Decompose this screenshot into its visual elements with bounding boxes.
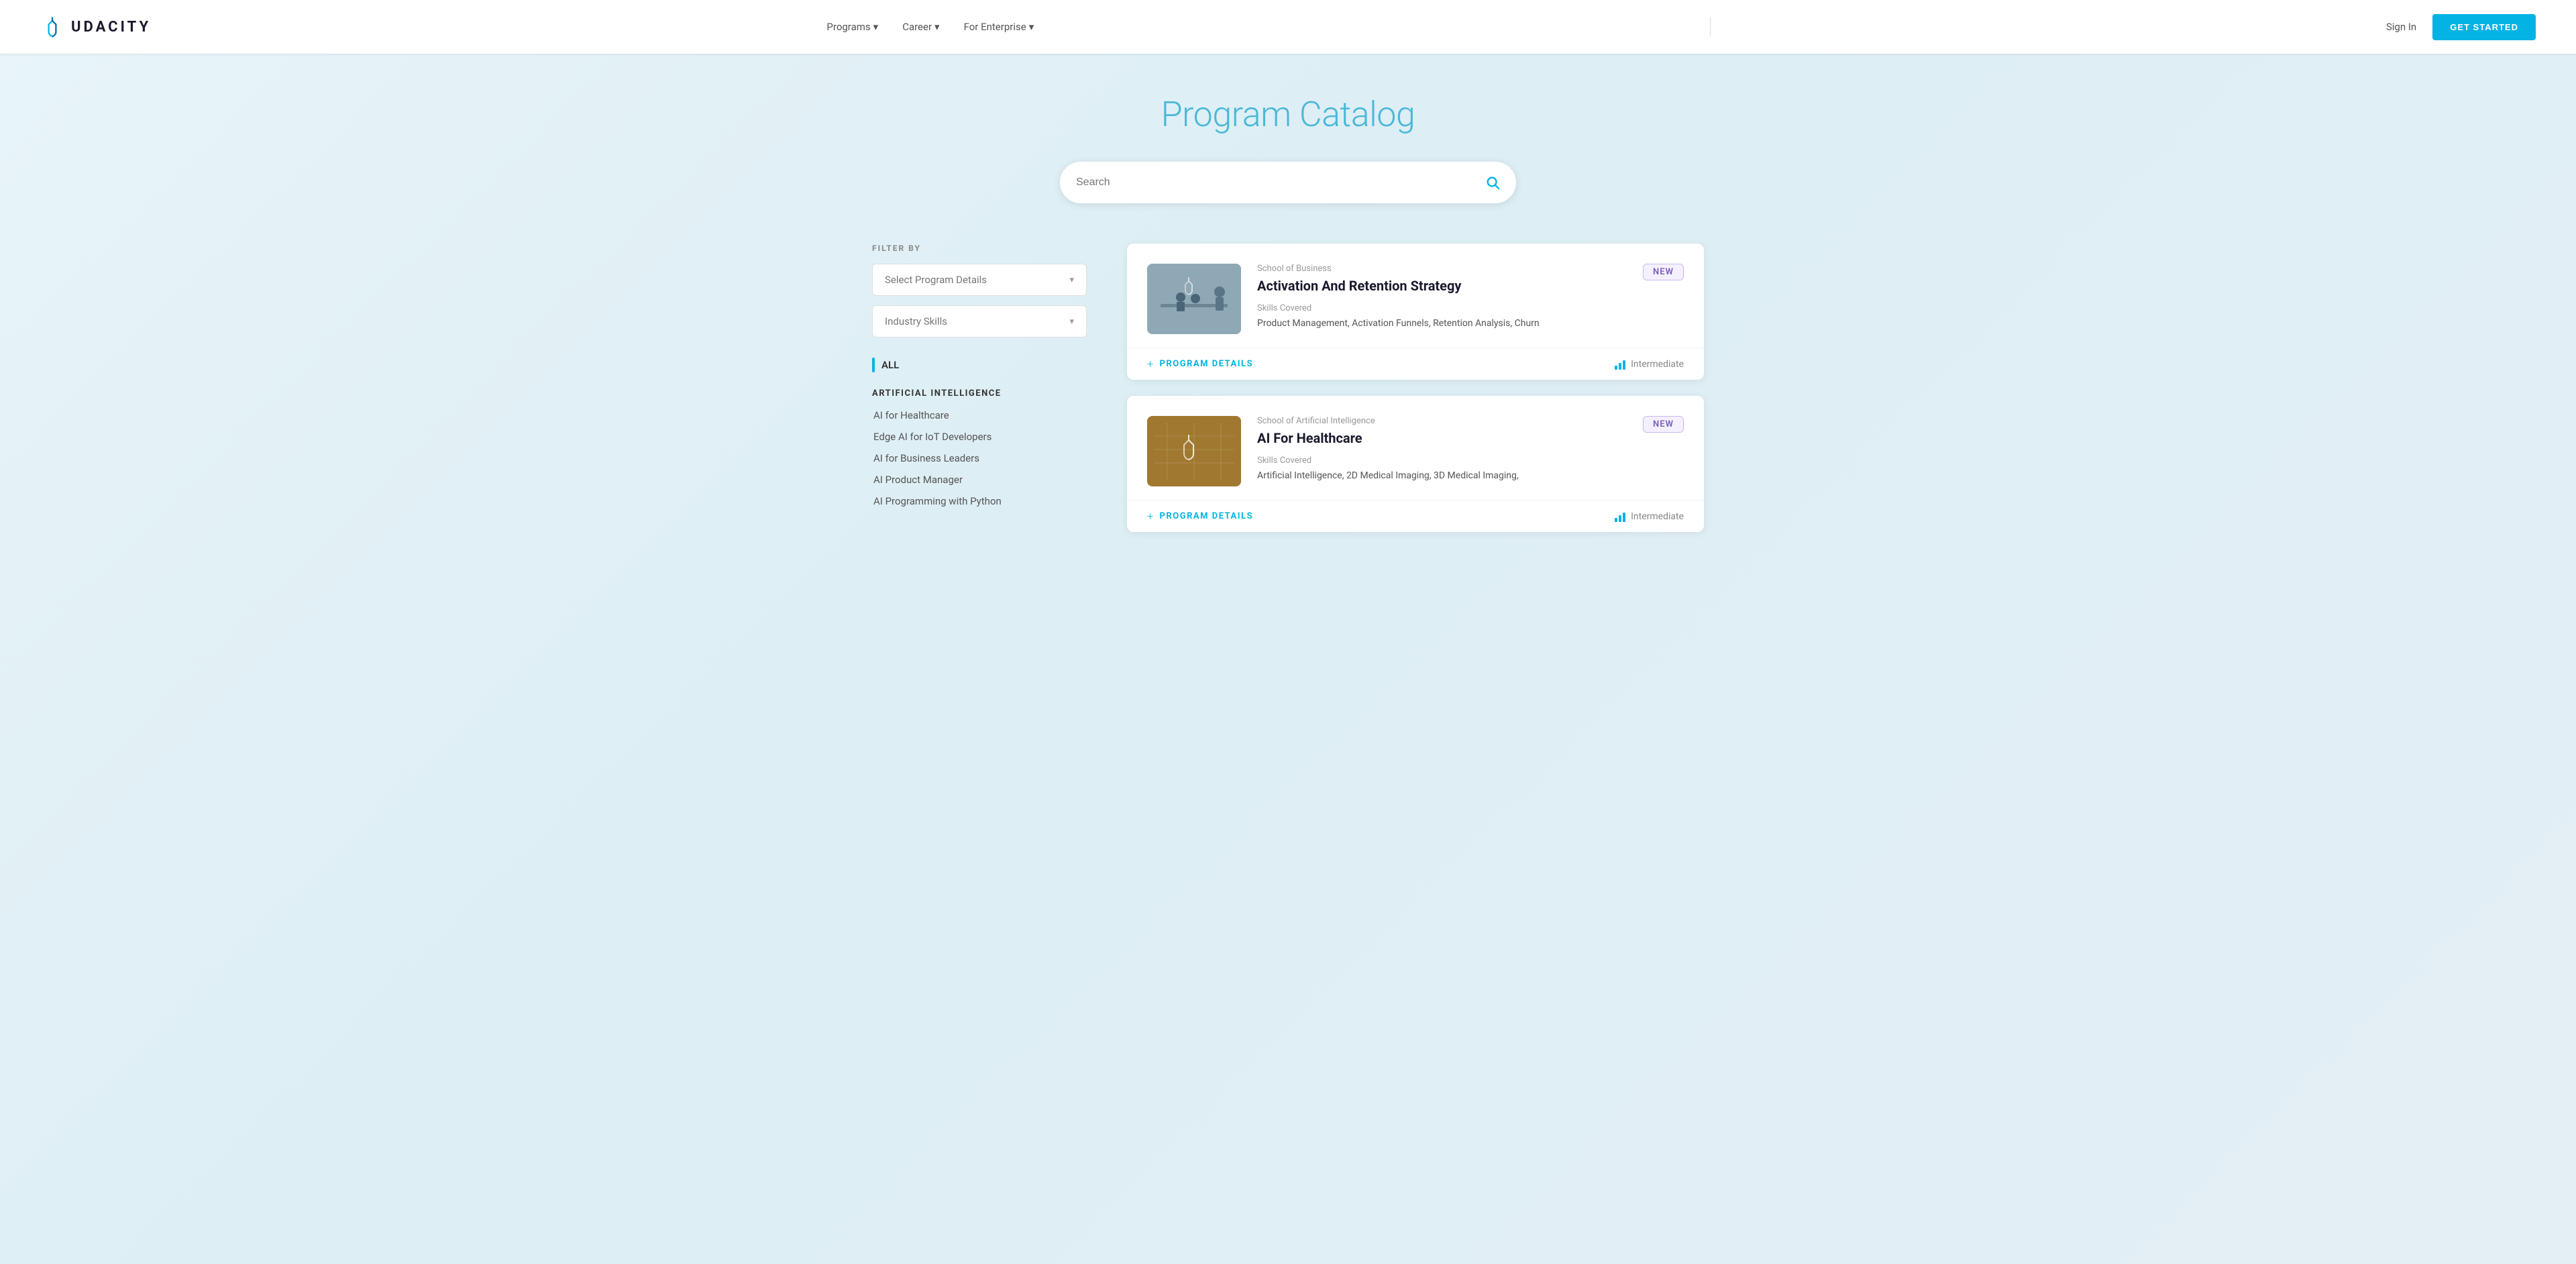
card-top-activation: School of Business Activation And Retent… — [1127, 244, 1704, 348]
new-badge-ai-healthcare: NEW — [1643, 416, 1684, 433]
program-details-link-activation[interactable]: + PROGRAM DETAILS — [1147, 358, 1253, 370]
sidebar: FILTER BY Select Program Details ▾ Indus… — [872, 244, 1087, 548]
cat-item-ai-pm[interactable]: AI Product Manager — [872, 474, 1087, 486]
select-program-details-dropdown[interactable]: Select Program Details ▾ — [872, 264, 1087, 296]
card-thumbnail-activation — [1147, 264, 1241, 334]
program-card-ai-healthcare: School of Artificial Intelligence AI For… — [1127, 396, 1704, 532]
bar3 — [1623, 513, 1625, 522]
level-text-ai-healthcare: Intermediate — [1631, 511, 1684, 522]
chevron-down-icon: ▾ — [1069, 275, 1074, 285]
card-title-activation: Activation And Retention Strategy — [1257, 278, 1627, 294]
search-button[interactable] — [1485, 175, 1500, 190]
level-indicator-activation: Intermediate — [1615, 359, 1684, 370]
logo-text: UDACITY — [71, 19, 151, 36]
all-category-item[interactable]: ALL — [872, 358, 1087, 372]
school-label-activation: School of Business — [1257, 264, 1627, 274]
select-program-details-label: Select Program Details — [885, 274, 987, 286]
card-bottom-ai-healthcare: + PROGRAM DETAILS Intermediate — [1127, 500, 1704, 532]
bar1 — [1615, 518, 1617, 522]
page-content: Program Catalog FILTER BY Select Program… — [818, 54, 1758, 602]
nav-right: Sign In GET STARTED — [2386, 14, 2536, 40]
card-info-activation: School of Business Activation And Retent… — [1257, 264, 1627, 331]
nav-enterprise[interactable]: For Enterprise ▾ — [964, 21, 1034, 33]
cat-item-ai-healthcare[interactable]: AI for Healthcare — [872, 409, 1087, 421]
skills-text-ai-healthcare: Artificial Intelligence, 2D Medical Imag… — [1257, 468, 1627, 483]
search-container — [872, 162, 1704, 203]
all-category-bar — [872, 358, 875, 372]
program-details-link-ai-healthcare[interactable]: + PROGRAM DETAILS — [1147, 510, 1253, 523]
nav-programs[interactable]: Programs ▾ — [826, 21, 878, 33]
header: UDACITY Programs ▾ Career ▾ For Enterpri… — [0, 0, 2576, 54]
logo[interactable]: UDACITY — [40, 15, 151, 39]
program-card-activation: School of Business Activation And Retent… — [1127, 244, 1704, 380]
level-bars-icon — [1615, 359, 1625, 370]
search-icon — [1485, 175, 1500, 190]
school-label-ai-healthcare: School of Artificial Intelligence — [1257, 416, 1627, 426]
plus-icon: + — [1147, 510, 1155, 523]
card-bottom-activation: + PROGRAM DETAILS Intermediate — [1127, 348, 1704, 380]
bar2 — [1619, 363, 1621, 370]
industry-skills-dropdown[interactable]: Industry Skills ▾ — [872, 305, 1087, 337]
ai-section-title: ARTIFICIAL INTELLIGENCE — [872, 388, 1087, 399]
chevron-down-icon: ▾ — [934, 21, 940, 33]
bar3 — [1623, 360, 1625, 370]
skills-text-activation: Product Management, Activation Funnels, … — [1257, 316, 1627, 331]
cat-item-ai-business[interactable]: AI for Business Leaders — [872, 452, 1087, 464]
all-category-label: ALL — [881, 359, 899, 371]
category-nav: ALL ARTIFICIAL INTELLIGENCE AI for Healt… — [872, 358, 1087, 507]
level-bars-icon — [1615, 511, 1625, 522]
skills-label-activation: Skills Covered — [1257, 303, 1627, 313]
category-section-ai: ARTIFICIAL INTELLIGENCE AI for Healthcar… — [872, 388, 1087, 507]
main-layout: FILTER BY Select Program Details ▾ Indus… — [872, 244, 1704, 548]
cards-area: School of Business Activation And Retent… — [1127, 244, 1704, 548]
card-title-ai-healthcare: AI For Healthcare — [1257, 430, 1627, 446]
nav-career[interactable]: Career ▾ — [902, 21, 939, 33]
filter-by-label: FILTER BY — [872, 244, 1087, 253]
bar1 — [1615, 366, 1617, 370]
chevron-down-icon: ▾ — [1029, 21, 1034, 33]
card-top-ai-healthcare: School of Artificial Intelligence AI For… — [1127, 396, 1704, 500]
cat-item-edge-ai[interactable]: Edge AI for IoT Developers — [872, 431, 1087, 443]
level-text-activation: Intermediate — [1631, 359, 1684, 370]
search-input[interactable] — [1076, 176, 1485, 189]
program-details-label-activation: PROGRAM DETAILS — [1160, 359, 1254, 369]
card-info-ai-healthcare: School of Artificial Intelligence AI For… — [1257, 416, 1627, 483]
skills-label-ai-healthcare: Skills Covered — [1257, 456, 1627, 466]
sign-in-link[interactable]: Sign In — [2386, 21, 2416, 33]
ai-thumbnail-image — [1147, 416, 1241, 486]
cat-item-ai-python[interactable]: AI Programming with Python — [872, 495, 1087, 507]
level-indicator-ai-healthcare: Intermediate — [1615, 511, 1684, 522]
business-thumbnail-image — [1147, 264, 1241, 334]
plus-icon: + — [1147, 358, 1155, 370]
industry-skills-label: Industry Skills — [885, 315, 947, 327]
nav-divider — [1710, 17, 1711, 36]
main-nav: Programs ▾ Career ▾ For Enterprise ▾ — [826, 21, 1034, 33]
card-thumbnail-ai-healthcare — [1147, 416, 1241, 486]
search-box — [1060, 162, 1516, 203]
new-badge-activation: NEW — [1643, 264, 1684, 280]
program-details-label-ai-healthcare: PROGRAM DETAILS — [1160, 511, 1254, 521]
chevron-down-icon: ▾ — [873, 21, 879, 33]
chevron-down-icon: ▾ — [1069, 317, 1074, 327]
get-started-button[interactable]: GET STARTED — [2432, 14, 2536, 40]
page-title: Program Catalog — [872, 94, 1704, 135]
udacity-logo-icon — [40, 15, 64, 39]
bar2 — [1619, 515, 1621, 522]
